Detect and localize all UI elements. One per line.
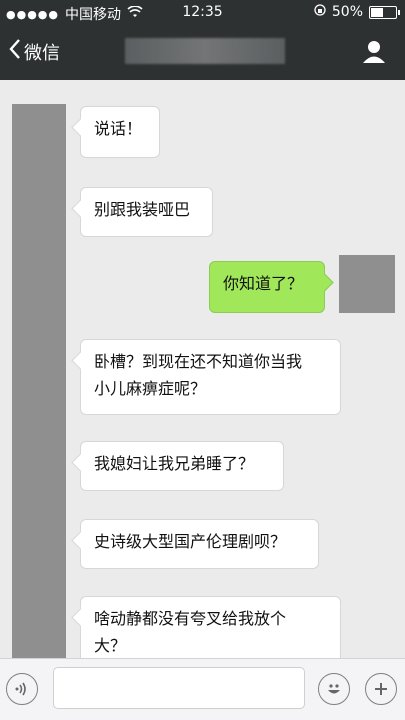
input-bar [0,658,405,720]
chat-area[interactable]: 说话！ 别跟我装哑巴 你知道了？ 卧槽？到现在还不知道你当我 小儿麻痹症呢？ 我… [0,80,405,658]
back-button[interactable]: 微信 [8,38,60,65]
message-bubble[interactable]: 卧槽？到现在还不知道你当我 小儿麻痹症呢？ [80,339,341,415]
battery-percent: 50% [331,4,363,20]
message-bubble[interactable]: 说话！ [80,106,160,158]
message-bubble[interactable]: 史诗级大型国产伦理剧呗？ [80,519,319,569]
back-label: 微信 [24,42,60,64]
battery-icon [369,5,400,19]
chat-title-blurred [125,38,285,64]
my-avatar[interactable] [339,255,395,313]
status-bar: ●●●●● 中国移动 12:35 50% [0,0,405,26]
message-bubble[interactable]: 别跟我装哑巴 [80,187,213,237]
message-input[interactable] [53,667,305,709]
chevron-left-icon [8,38,22,65]
message-bubble[interactable]: 你知道了？ [209,261,325,313]
plus-icon[interactable] [365,673,397,705]
status-right: 50% [314,4,400,20]
message-bubble[interactable]: 啥动静都没有夸叉给我放个 大？ [80,596,341,658]
message-bubble[interactable]: 我媳妇让我兄弟睡了？ [80,441,284,491]
contact-avatar[interactable] [12,104,66,658]
rotation-lock-icon [314,4,326,20]
profile-icon[interactable] [361,38,387,68]
voice-icon[interactable] [6,673,38,705]
emoji-icon[interactable] [318,673,350,705]
navigation-bar: 微信 [0,26,405,80]
